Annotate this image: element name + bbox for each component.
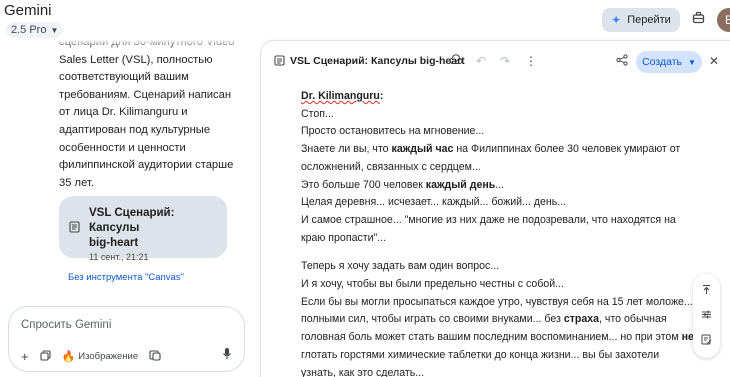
create-label: Создать — [642, 56, 682, 68]
canvas-side-toolbar — [693, 274, 720, 358]
redo-icon[interactable]: ↷ — [500, 54, 510, 68]
briefcase-icon[interactable] — [692, 11, 705, 27]
canvas-title: VSL Сценарий: Капсулы big-heart — [290, 55, 465, 67]
chevron-down-icon: ▼ — [50, 25, 59, 35]
chat-line: от лица Dr. Kilimanguru и — [59, 106, 188, 119]
doc-line: Если бы вы могли просыпаться каждое утро… — [301, 295, 693, 308]
chat-line: особенности и ценности — [59, 141, 186, 154]
doc-line: И я хочу, чтобы вы были предельно честны… — [301, 278, 565, 291]
close-icon[interactable]: ✕ — [709, 54, 719, 68]
chat-line: Sales Letter (VSL), полностью — [59, 53, 213, 66]
prompt-input[interactable]: Спросить Gemini — [21, 319, 111, 331]
bold-run: каждый час — [391, 143, 454, 156]
speaker-name: Dr. Kilimanguru — [301, 90, 380, 102]
cloud-check-icon — [449, 54, 463, 68]
speaker-line: Dr. Kilimanguru: — [301, 90, 384, 102]
doc-line: краю пропасти"... — [301, 231, 387, 244]
doc-line: узнать, как это сделать... — [301, 366, 425, 377]
goto-button[interactable]: ✦ Перейти — [602, 8, 680, 32]
doc-line: Знаете ли вы, что каждый час на Филиппин… — [301, 141, 701, 159]
prompt-input-box[interactable]: Спросить Gemini + 🔥 Изображение — [8, 306, 245, 372]
bold-run: страха — [563, 313, 600, 326]
bold-run: не — [681, 331, 694, 344]
card-title-line1: VSL Сценарий: Капсулы — [89, 207, 175, 234]
sparkle-icon: ✦ — [611, 13, 622, 27]
text-run: Это больше 700 человек — [301, 178, 426, 191]
card-date: 11 сент., 21:21 — [89, 252, 149, 262]
chat-line: филиппинской аудитории старше — [59, 159, 234, 172]
more-vert-icon[interactable]: ⋮ — [525, 54, 537, 68]
undo-icon[interactable]: ↶ — [476, 54, 486, 68]
doc-line: глотать горстями химические таблетки до … — [301, 348, 660, 361]
text-run: головная боль может стать вашим последни… — [301, 331, 682, 344]
doc-line: осложнений, связанных с сердцем... — [301, 160, 481, 173]
text-run: ... — [495, 178, 505, 191]
doc-line: Это больше 700 человек каждый день... — [301, 177, 701, 195]
suggest-edits-icon[interactable] — [701, 334, 712, 348]
canvas-tool-icon[interactable] — [149, 349, 161, 364]
avatar[interactable]: B — [717, 8, 730, 32]
chat-response: сценарий для 30-минутного Video Sales Le… — [59, 34, 249, 194]
doc-line: Стоп... — [301, 107, 334, 120]
scroll-to-top-icon[interactable] — [701, 284, 712, 298]
doc-line: Теперь я хочу задать вам один вопрос... — [301, 260, 500, 273]
chat-line: 35 лет. — [59, 176, 94, 189]
chat-line: соответствующий вашим — [59, 71, 189, 84]
canvas-panel: VSL Сценарий: Капсулы big-heart ↶ ↷ ⋮ Со… — [260, 40, 730, 377]
model-label: 2.5 Pro — [11, 24, 47, 36]
canvas-doc-card[interactable]: VSL Сценарий: Капсулы big-heart 11 сент.… — [59, 196, 227, 262]
canvas-header: VSL Сценарий: Капсулы big-heart ↶ ↷ ⋮ Со… — [261, 41, 730, 83]
microphone-icon[interactable] — [222, 347, 232, 363]
document-body[interactable]: Dr. Kilimanguru: Стоп... Просто останови… — [301, 88, 701, 377]
card-title-line2: big-heart — [89, 237, 139, 249]
plus-icon[interactable]: + — [21, 349, 29, 364]
chat-line: требованиям. Сценарий написан — [59, 88, 232, 101]
text-run: на Филиппинах более 30 человек умирают о… — [453, 143, 681, 156]
image-tool-label: Изображение — [78, 351, 139, 362]
document-icon — [274, 55, 285, 69]
tune-icon[interactable] — [701, 309, 712, 323]
flame-icon: 🔥 — [61, 351, 76, 363]
doc-line: Целая деревня... исчезает... каждый... б… — [301, 196, 567, 209]
image-tool-button[interactable]: 🔥 Изображение — [62, 350, 139, 363]
attach-file-icon[interactable] — [40, 349, 51, 364]
chevron-down-icon: ▼ — [687, 57, 696, 67]
app-title: Gemini — [4, 2, 52, 19]
text-run: полными сил, чтобы играть со своими внук… — [301, 313, 564, 326]
share-icon[interactable] — [616, 54, 628, 69]
doc-line: И самое страшное... "многие из них даже … — [301, 213, 676, 226]
create-button[interactable]: Создать ▼ — [636, 51, 702, 73]
input-toolbar: + 🔥 Изображение — [21, 349, 161, 364]
doc-line: полными сил, чтобы играть со своими внук… — [301, 311, 701, 329]
doc-line: Просто остановитесь на мгновение... — [301, 125, 485, 138]
document-icon — [69, 221, 80, 258]
text-run: , что обычная — [599, 313, 667, 326]
doc-line: головная боль может стать вашим последни… — [301, 329, 701, 347]
no-canvas-link[interactable]: Без инструмента "Canvas" — [68, 272, 184, 283]
chat-line: адаптирован под культурные — [59, 123, 211, 136]
scroll-fade — [59, 34, 249, 48]
bold-run: каждый день — [425, 178, 496, 191]
goto-label: Перейти — [627, 14, 671, 26]
model-selector[interactable]: 2.5 Pro ▼ — [6, 22, 64, 38]
text-run: Знаете ли вы, что — [301, 143, 392, 156]
